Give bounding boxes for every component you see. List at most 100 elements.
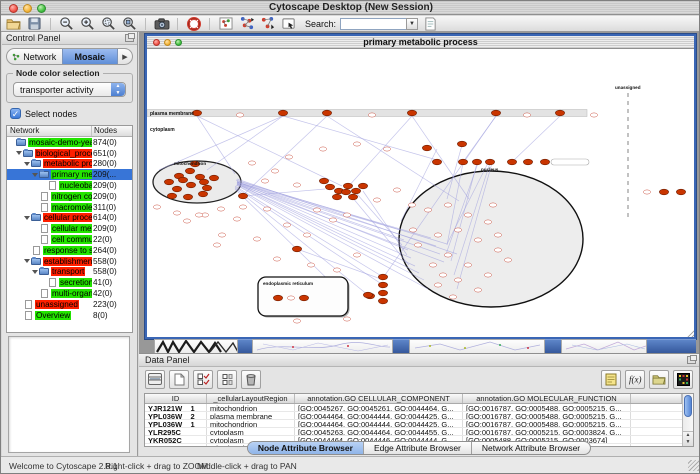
background-window-3[interactable] [561, 339, 647, 353]
table-row[interactable]: YPL036W__2plasma membrane[GO:0044464, GO… [145, 412, 682, 420]
table-cell[interactable]: mitochondrion [207, 420, 295, 427]
tree-expander-icon[interactable] [24, 216, 30, 220]
background-window-1[interactable] [252, 339, 393, 353]
table-cell[interactable]: [GO:0044464, GO:0044444, GO:0044425, G..… [295, 420, 463, 427]
background-window-edge[interactable] [647, 339, 696, 353]
table-cell[interactable]: YJR121W__1 [145, 404, 207, 411]
table-cell[interactable]: YLR295C [145, 428, 207, 435]
tree-row[interactable]: secretion41(0) [7, 277, 132, 288]
table-cell[interactable]: YPL036W__2 [145, 412, 207, 419]
tree-row[interactable]: transport558(0) [7, 267, 132, 278]
zoom-out-icon[interactable] [58, 16, 75, 31]
table-cell[interactable]: plasma membrane [207, 412, 295, 419]
tree-row[interactable]: biological_process651(0) [7, 148, 132, 159]
table-cell[interactable]: [GO:0045267, GO:0045261, GO:0044464, G..… [295, 404, 463, 411]
annotation-select-icon[interactable] [280, 16, 297, 31]
tree-expander-icon[interactable] [32, 173, 38, 177]
window-titlebar[interactable]: Cytoscape Desktop (New Session) [1, 1, 700, 15]
birdseye-view-panel[interactable] [8, 336, 130, 453]
tree-row[interactable]: unassigned223(0) [7, 299, 132, 310]
open-file-icon[interactable] [5, 16, 22, 31]
tree-row[interactable]: cell communicat22(0) [7, 234, 132, 245]
network-overview-icon[interactable] [217, 16, 234, 31]
tree-row[interactable]: mosaic-demo-yeast874(0) [7, 137, 132, 148]
table-cell[interactable] [631, 412, 682, 419]
table-cell[interactable] [631, 428, 682, 435]
attribute-matrix-icon[interactable] [673, 370, 693, 389]
table-row[interactable]: YPL036W__1mitochondrion[GO:0044464, GO:0… [145, 420, 682, 428]
table-column-header[interactable]: ID [145, 394, 207, 403]
tree-expander-icon[interactable] [24, 162, 30, 166]
tree-column-nodes[interactable]: Nodes [92, 126, 132, 136]
tab-node-attribute-browser[interactable]: Node Attribute Browser [248, 442, 364, 454]
tree-row[interactable]: nitrogen compo209(0) [7, 191, 132, 202]
create-attribute-icon[interactable] [169, 370, 189, 389]
tree-row[interactable]: Overview8(0) [7, 310, 132, 321]
tree-row[interactable]: response to stimul264(0) [7, 245, 132, 256]
table-cell[interactable]: [GO:0045263, GO:0044464, GO:0044455, G..… [295, 428, 463, 435]
table-column-header[interactable]: annotation.GO MOLECULAR_FUNCTION [463, 394, 631, 403]
zoom-in-icon[interactable] [79, 16, 96, 31]
tree-row[interactable]: cellular process614(0) [7, 213, 132, 224]
apply-layout-b-icon[interactable] [259, 16, 276, 31]
network-window-titlebar[interactable]: primary metabolic process [147, 36, 694, 49]
save-icon[interactable] [26, 16, 43, 31]
table-cell[interactable]: mitochondrion [207, 404, 295, 411]
select-attributes-icon[interactable] [193, 370, 213, 389]
table-cell[interactable]: [GO:0016787, GO:0005488, GO:0005215, G..… [463, 420, 631, 427]
node-color-select[interactable]: transporter activity ▲▼ [13, 82, 126, 97]
zoom-selected-icon[interactable] [121, 16, 138, 31]
tree-row[interactable]: primary metabo209(... [7, 169, 132, 180]
attribute-editor-icon[interactable] [601, 370, 621, 389]
background-window-edge[interactable] [545, 339, 561, 353]
table-scrollbar[interactable]: ▲▼ [682, 394, 693, 446]
network-window[interactable]: primary metabolic process plasma membran… [145, 34, 696, 339]
zoom-fit-icon[interactable] [100, 16, 117, 31]
tree-row[interactable]: nucleobase-209(0) [7, 180, 132, 191]
table-cell[interactable]: [GO:0016787, GO:0005488, GO:0005215, G..… [463, 404, 631, 411]
tab-network[interactable]: Network [7, 49, 62, 64]
search-input[interactable] [340, 18, 406, 30]
table-cell[interactable]: cytoplasm [207, 428, 295, 435]
tab-overflow-arrow[interactable]: ▶ [118, 49, 132, 64]
search-dropdown-button[interactable]: ▼ [406, 18, 418, 30]
tree-row[interactable]: establishment of lo558(0) [7, 256, 132, 267]
scrollbar-thumb[interactable] [684, 395, 692, 417]
background-window-edge[interactable] [238, 339, 252, 353]
background-window-overview[interactable] [154, 339, 238, 353]
tree-row[interactable]: metabolic process280(0) [7, 159, 132, 170]
table-cell[interactable]: [GO:0016787, GO:0005488, GO:0005215, G..… [463, 412, 631, 419]
table-column-header[interactable] [631, 394, 682, 403]
tree-row[interactable]: cellular metabol209(0) [7, 223, 132, 234]
table-row[interactable]: YLR295Ccytoplasm[GO:0045263, GO:0044464,… [145, 428, 682, 436]
tab-edge-attribute-browser[interactable]: Edge Attribute Browser [364, 442, 472, 454]
table-column-header[interactable]: _cellularLayoutRegion [207, 394, 295, 403]
table-cell[interactable] [631, 404, 682, 411]
table-cell[interactable]: [GO:0044464, GO:0044444, GO:0044425, G..… [295, 412, 463, 419]
tree-expander-icon[interactable] [32, 270, 38, 274]
tree-row[interactable]: multi-organism pro42(0) [7, 288, 132, 299]
search-advanced-icon[interactable] [422, 16, 439, 31]
resize-grip[interactable] [688, 460, 699, 471]
table-column-header[interactable]: annotation.GO CELLULAR_COMPONENT [295, 394, 463, 403]
float-panel-icon[interactable] [125, 34, 134, 42]
table-cell[interactable]: [GO:0016787, GO:0005215, GO:0003824, G..… [463, 428, 631, 435]
background-window-2[interactable] [409, 339, 545, 353]
background-window-edge[interactable] [393, 339, 409, 353]
tree-expander-icon[interactable] [16, 151, 22, 155]
unselect-attributes-icon[interactable] [217, 370, 237, 389]
table-row[interactable]: YJR121W__1mitochondrion[GO:0045267, GO:0… [145, 404, 682, 412]
tree-row[interactable]: macromolecule311(0) [7, 202, 132, 213]
tab-mosaic[interactable]: Mosaic [62, 49, 119, 64]
attribute-select-table-icon[interactable] [145, 370, 165, 389]
network-canvas[interactable]: plasma membranecytoplasmmitochondrionnuc… [147, 49, 694, 337]
import-attributes-icon[interactable] [649, 370, 669, 389]
tab-network-attribute-browser[interactable]: Network Attribute Browser [472, 442, 590, 454]
snapshot-camera-icon[interactable] [153, 16, 170, 31]
table-cell[interactable] [631, 420, 682, 427]
help-lifering-icon[interactable] [185, 16, 202, 31]
tree-expander-icon[interactable] [24, 259, 30, 263]
float-data-panel-icon[interactable] [687, 356, 696, 364]
tree-column-network[interactable]: Network [7, 126, 92, 136]
delete-attribute-icon[interactable] [241, 370, 261, 389]
